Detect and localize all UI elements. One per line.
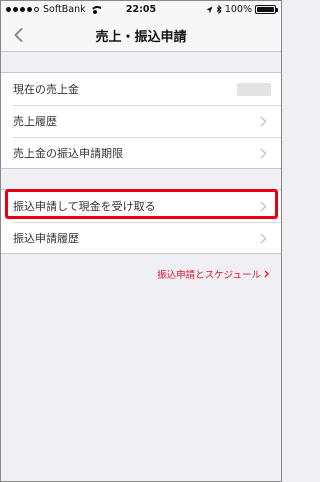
location-arrow-icon [206,6,213,13]
bluetooth-icon [216,5,222,14]
battery-icon [255,5,278,14]
row-label: 現在の売上金 [13,83,79,96]
chevron-right-icon [260,233,267,244]
status-bar: SoftBank 22:05 100% [1,1,281,19]
row-label: 売上金の振込申請期限 [13,147,123,160]
list-item-current-sales[interactable]: 現在の売上金 [1,73,281,105]
chevron-right-icon [264,270,269,278]
row-label: 振込申請履歴 [13,232,79,245]
status-right: 100% [206,4,278,15]
chevron-right-icon [260,148,267,159]
nav-bar: 売上・振込申請 [1,19,281,52]
list-item-transfer-deadline[interactable]: 売上金の振込申請期限 [1,137,281,169]
schedule-link-label: 振込申請とスケジュール [157,270,261,281]
row-label: 売上履歴 [13,115,57,128]
list-item-sales-history[interactable]: 売上履歴 [1,105,281,137]
sales-amount-redacted [237,83,271,96]
highlight-box [5,189,278,219]
schedule-link[interactable]: 振込申請とスケジュール [157,267,269,281]
chevron-right-icon [260,116,267,127]
page-title: 売上・振込申請 [95,30,187,45]
sales-group: 現在の売上金 売上履歴 売上金の振込申請期限 [1,72,281,169]
app-screen: SoftBank 22:05 100% 売上・振込申請 現在の売上金 売上履歴 … [0,0,282,482]
battery-percent: 100% [224,4,252,15]
list-item-transfer-history[interactable]: 振込申請履歴 [1,222,281,254]
battery-fill [257,7,274,12]
